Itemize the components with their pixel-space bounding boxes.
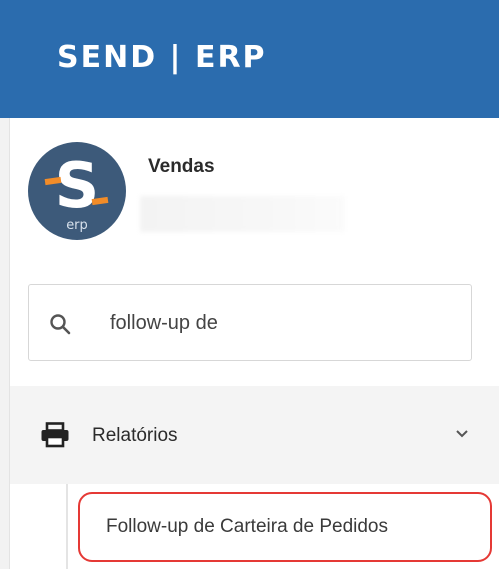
printer-icon [41, 422, 69, 448]
menu-group-relatorios[interactable] [10, 386, 499, 484]
submenu-item-follow-up[interactable]: Follow-up de Carteira de Pedidos [106, 514, 388, 540]
logo-text: erp [66, 218, 88, 233]
app-title[interactable]: SEND | ERP [57, 38, 267, 78]
chevron-down-icon[interactable] [454, 428, 470, 440]
search-input[interactable] [110, 306, 450, 340]
erp-page: SEND | ERP S erp Vendas Relatórios Follo… [0, 0, 499, 569]
avatar: S erp [28, 142, 126, 240]
blurred-user-detail [140, 196, 345, 232]
user-name: Vendas [148, 156, 215, 177]
top-header: SEND | ERP [0, 0, 499, 118]
search-icon [50, 314, 71, 335]
menu-group-label: Relatórios [92, 425, 178, 446]
submenu-guide-line [66, 484, 68, 569]
sidebar-edge [0, 118, 10, 569]
svg-text:S: S [55, 149, 100, 222]
